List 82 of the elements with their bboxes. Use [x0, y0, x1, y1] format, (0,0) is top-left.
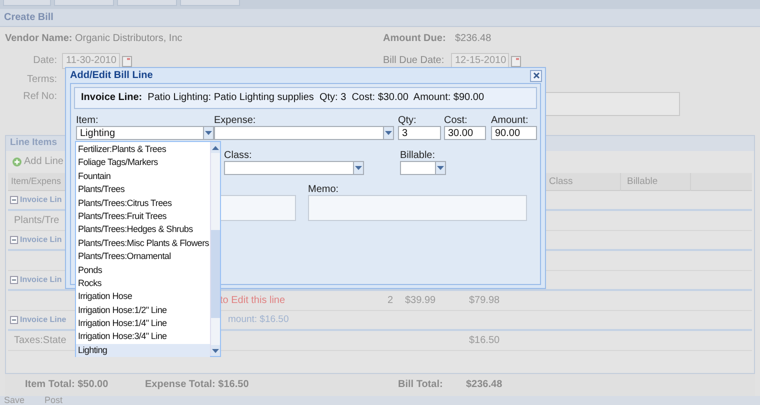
dropdown-option[interactable]: Plants/Trees: [76, 183, 210, 197]
scroll-down-icon: [212, 348, 219, 352]
calendar-icon[interactable]: [122, 56, 132, 66]
vendor-name: Organic Distributors, Inc: [75, 33, 182, 44]
memo-field[interactable]: [308, 195, 527, 221]
field-label: Vendor Name:: [5, 33, 72, 44]
field-label: Ref No:: [22, 90, 58, 102]
dropdown-button[interactable]: [384, 126, 394, 140]
dropdown-option[interactable]: Irrigation Hose:1/2" Line: [76, 304, 210, 318]
dropdown-option[interactable]: Irrigation Hose:3/4" Line: [76, 330, 210, 344]
dropdown-option[interactable]: Plants/Trees:Fruit Trees: [76, 210, 210, 224]
group-label: Invoice Lin: [20, 235, 62, 244]
dropdown-option[interactable]: Irrigation Hose: [76, 290, 210, 304]
column-header: Billable: [627, 176, 658, 188]
dropdown-option[interactable]: Rocks: [76, 276, 210, 290]
amount-due: $236.48: [455, 33, 492, 45]
field-label: Amount:: [491, 115, 528, 126]
collapse-icon[interactable]: [10, 316, 18, 324]
item-total: Item Total: $50.00: [25, 379, 108, 390]
billable-combo[interactable]: [400, 161, 436, 175]
panel-title: Create Bill: [0, 9, 760, 27]
table-cell: Taxes:State: [14, 334, 66, 346]
dialog-title: Add/Edit Bill Line: [70, 70, 153, 82]
collapse-icon[interactable]: [10, 236, 18, 244]
amount-field[interactable]: 90.00: [491, 126, 537, 140]
field-label: Terms:: [26, 74, 58, 86]
scroll-up-icon: [212, 146, 219, 150]
total-label: Bill Total:: [398, 379, 443, 390]
dropdown-button[interactable]: [354, 161, 364, 175]
dropdown-option[interactable]: Foliage Tags/Markers: [76, 156, 210, 170]
text-field[interactable]: [545, 92, 680, 116]
field-label: Item:: [76, 115, 98, 126]
group-label: Invoice Lin: [20, 195, 62, 204]
field-label: Bill Due Date:: [383, 55, 444, 66]
table-cell: Plants/Tre: [14, 214, 60, 226]
dropdown-option[interactable]: Plants/Trees:Hedges & Shrubs: [76, 223, 210, 237]
collapse-icon[interactable]: [10, 276, 18, 284]
close-button[interactable]: [530, 70, 542, 82]
dropdown-button[interactable]: [436, 161, 446, 175]
plus-icon: [12, 157, 22, 167]
dropdown-option[interactable]: Irrigation Hose:1/4" Line: [76, 317, 210, 330]
calendar-icon[interactable]: [511, 56, 521, 66]
field-label: Billable:: [400, 150, 436, 161]
caret-icon: [437, 166, 444, 170]
field-label: Date:: [32, 55, 58, 67]
class-combo[interactable]: [224, 161, 354, 175]
table-cell: 2: [387, 294, 393, 306]
section-title: Line Items: [10, 137, 57, 148]
group-label: Invoice Lin: [20, 275, 62, 284]
dropdown-button[interactable]: [204, 126, 214, 140]
group-label: Invoice Line: [20, 315, 66, 324]
field-label: Memo:: [308, 184, 339, 195]
dropdown-option[interactable]: Plants/Trees:Misc Plants & Flowers: [76, 236, 210, 250]
expense-combo[interactable]: [214, 126, 384, 140]
field-label: Class:: [224, 150, 252, 161]
table-cell: $16.50: [469, 334, 500, 346]
table-cell: $39.99: [405, 294, 436, 306]
field-label: Amount Due:: [383, 33, 446, 44]
dropdown-option[interactable]: Lighting: [76, 344, 210, 358]
group-summary: mount: $16.50: [228, 314, 289, 326]
column-header: Item/Expens: [11, 176, 62, 187]
dropdown-option[interactable]: Ponds: [76, 264, 210, 277]
scrollbar[interactable]: [210, 142, 220, 356]
field-label: Cost:: [444, 115, 468, 126]
caret-icon: [355, 166, 362, 170]
edit-hint: to Edit this line: [220, 294, 286, 306]
dropdown-option[interactable]: Fertilizer:Plants & Trees: [76, 143, 210, 156]
cost-field[interactable]: 30.00: [444, 126, 486, 140]
close-icon: [532, 72, 540, 79]
column-header: Class: [549, 176, 573, 188]
expense-total: Expense Total: $16.50: [145, 379, 249, 390]
qty-field[interactable]: 3: [398, 126, 441, 140]
table-cell: $79.98: [469, 294, 500, 306]
dropdown-option[interactable]: Plants/Trees:Ornamental: [76, 250, 210, 264]
invoice-line-summary: Invoice Line: Patio Lighting: Patio Lighting supplies Qty: 3 Cost: $30.00 Amount: $90.00: [74, 87, 537, 109]
field-label: Qty:: [398, 115, 416, 126]
dropdown-option[interactable]: Plants/Trees:Citrus Trees: [76, 196, 210, 210]
bill-total: $236.48: [466, 379, 502, 391]
field-label: Expense:: [214, 115, 256, 126]
dropdown-option[interactable]: Fountain: [76, 170, 210, 184]
collapse-icon[interactable]: [10, 196, 18, 204]
item-combo[interactable]: Lighting: [76, 126, 204, 140]
